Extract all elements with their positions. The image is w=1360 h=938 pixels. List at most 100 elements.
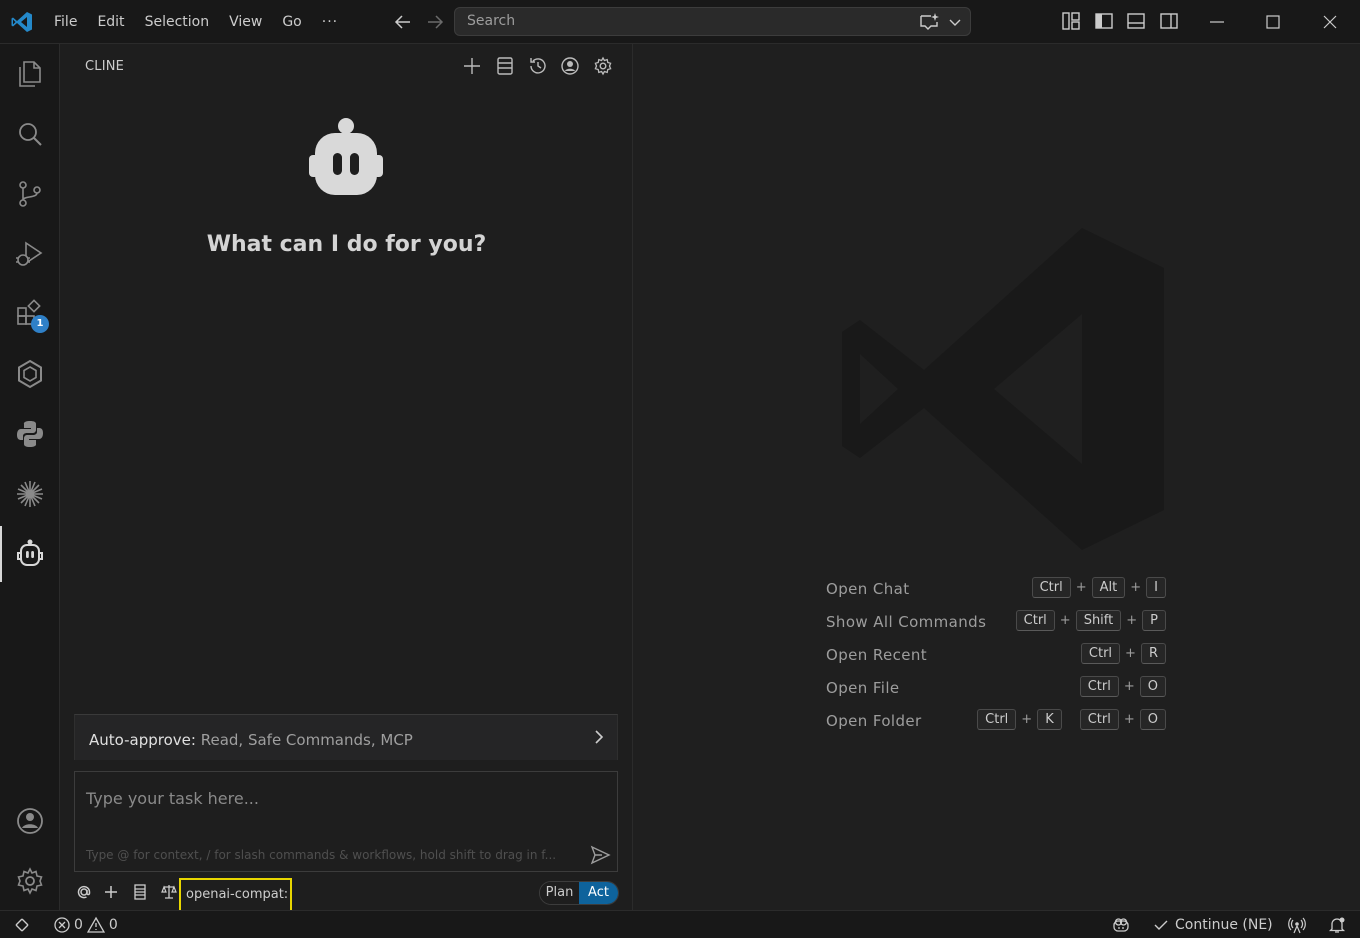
spark-extension-icon[interactable]: [14, 478, 46, 510]
run-debug-icon[interactable]: [14, 238, 46, 270]
plan-mode-button[interactable]: Plan: [540, 882, 579, 904]
shortcut-list: Open Chat Ctrl + Alt + I Show All Commands Ctrl…: [826, 577, 1166, 742]
python-icon[interactable]: [14, 418, 46, 450]
extensions-badge: 1: [31, 315, 49, 333]
manage-gear-icon[interactable]: [14, 865, 46, 897]
at-mention-icon[interactable]: [75, 883, 93, 901]
shortcut-keys: Ctrl + R: [1080, 643, 1166, 664]
remote-explorer-icon[interactable]: [14, 358, 46, 390]
shortcut-label[interactable]: Show All Commands: [826, 613, 986, 631]
activity-bar: 1: [0, 44, 60, 910]
keycap: Ctrl: [1031, 577, 1071, 598]
history-icon[interactable]: [527, 55, 549, 77]
act-mode-button[interactable]: Act: [579, 882, 618, 904]
keycap: Shift: [1075, 610, 1122, 631]
chevron-right-icon[interactable]: [591, 727, 607, 747]
keycap: I: [1146, 577, 1166, 598]
settings-gear-icon[interactable]: [592, 55, 614, 77]
shortcut-label[interactable]: Open Chat: [826, 580, 910, 598]
model-scale-icon[interactable]: [160, 883, 178, 901]
warning-count: 0: [108, 917, 118, 933]
shortcut-row[interactable]: Open Chat Ctrl + Alt + I: [826, 577, 1166, 610]
shortcut-keys: Ctrl + Shift + P: [1015, 610, 1166, 631]
shortcut-label[interactable]: Open Recent: [826, 646, 927, 664]
source-control-icon[interactable]: [14, 178, 46, 210]
keycap: Ctrl: [1015, 610, 1055, 631]
back-arrow-icon[interactable]: [391, 10, 415, 34]
accounts-icon[interactable]: [14, 805, 46, 837]
shortcut-label[interactable]: Open Folder: [826, 712, 922, 730]
menu-bar: File Edit Selection View Go ···: [44, 0, 348, 44]
continue-status[interactable]: Continue (NE): [1152, 916, 1273, 934]
mcp-servers-icon[interactable]: [494, 55, 516, 77]
key-plus: +: [1126, 613, 1138, 628]
account-circle-icon[interactable]: [559, 55, 581, 77]
error-icon: [54, 917, 70, 933]
chat-sparkle-icon[interactable]: [918, 12, 940, 32]
menu-go[interactable]: Go: [272, 8, 311, 36]
shortcut-row[interactable]: Show All Commands Ctrl + Shift + P: [826, 610, 1166, 643]
forward-arrow-icon[interactable]: [423, 10, 447, 34]
error-count: 0: [74, 917, 83, 933]
keycap: Ctrl: [977, 709, 1017, 730]
vscode-logo-icon[interactable]: [10, 10, 34, 34]
minimize-icon[interactable]: [1205, 10, 1229, 34]
shortcut-keys: Ctrl + O: [1079, 676, 1166, 697]
shortcut-row[interactable]: Open Folder Ctrl + K Ctrl + O: [826, 709, 1166, 742]
send-icon[interactable]: [589, 844, 611, 866]
panel-title: CLINE: [85, 59, 125, 74]
key-plus: +: [1059, 613, 1071, 628]
editor-area: Open Chat Ctrl + Alt + I Show All Commands Ctrl…: [634, 44, 1360, 910]
chevron-down-icon[interactable]: [948, 14, 962, 30]
keycap: Ctrl: [1079, 676, 1119, 697]
remote-indicator-icon[interactable]: [12, 915, 32, 935]
model-name: openai-compat:: [186, 887, 289, 902]
auto-approve-value: Read, Safe Commands, MCP: [200, 731, 413, 749]
rules-list-icon[interactable]: [131, 883, 149, 901]
menu-view[interactable]: View: [219, 8, 272, 36]
menu-more[interactable]: ···: [312, 8, 348, 36]
toggle-secondary-sidebar-icon[interactable]: [1159, 11, 1179, 31]
task-hint: Type @ for context, / for slash commands…: [86, 848, 557, 862]
add-context-plus-icon[interactable]: [102, 883, 120, 901]
copilot-icon[interactable]: [1112, 916, 1130, 934]
shortcut-label[interactable]: Open File: [826, 679, 900, 697]
problems-indicator[interactable]: 0 0: [53, 916, 118, 934]
menu-selection[interactable]: Selection: [135, 8, 220, 36]
new-task-plus-icon[interactable]: [461, 55, 483, 77]
cline-robot-icon[interactable]: [14, 538, 46, 570]
broadcast-icon[interactable]: [1288, 916, 1306, 934]
auto-approve-bar[interactable]: Auto-approve: Read, Safe Commands, MCP: [74, 714, 618, 760]
check-icon: [1154, 920, 1168, 930]
search-icon[interactable]: [14, 118, 46, 150]
task-input[interactable]: Type your task here... Type @ for contex…: [74, 771, 618, 872]
shortcut-row[interactable]: Open Recent Ctrl + R: [826, 643, 1166, 676]
maximize-icon[interactable]: [1261, 10, 1285, 34]
plan-act-toggle[interactable]: Plan Act: [539, 881, 619, 905]
shortcut-keys: Ctrl + K Ctrl + O: [977, 709, 1166, 730]
key-plus: +: [1021, 712, 1033, 727]
close-icon[interactable]: [1318, 10, 1342, 34]
notifications-bell-icon[interactable]: [1328, 916, 1346, 934]
keycap: O: [1139, 709, 1166, 730]
key-plus: +: [1125, 646, 1136, 661]
keycap: K: [1037, 709, 1062, 730]
menu-file[interactable]: File: [44, 8, 87, 36]
toggle-primary-sidebar-icon[interactable]: [1094, 11, 1114, 31]
shortcut-keys: Ctrl + Alt + I: [1031, 577, 1166, 598]
warning-icon: [86, 916, 105, 933]
menu-edit[interactable]: Edit: [87, 8, 134, 36]
title-bar: File Edit Selection View Go ··· Search: [0, 0, 1360, 44]
keycap: Ctrl: [1080, 643, 1121, 664]
command-center-search[interactable]: Search: [454, 7, 971, 36]
key-plus: +: [1123, 712, 1135, 727]
auto-approve-text: Auto-approve: Read, Safe Commands, MCP: [89, 731, 413, 749]
explorer-icon[interactable]: [14, 58, 46, 90]
keycap: Alt: [1091, 577, 1126, 598]
customize-layout-icon[interactable]: [1061, 11, 1081, 31]
toggle-panel-icon[interactable]: [1126, 11, 1146, 31]
status-bar: 0 0 Continue (NE): [0, 910, 1360, 938]
cline-panel: CLINE What can I do for you? Auto-approv…: [60, 44, 633, 912]
shortcut-row[interactable]: Open File Ctrl + O: [826, 676, 1166, 709]
model-selector[interactable]: openai-compat:: [179, 878, 292, 912]
